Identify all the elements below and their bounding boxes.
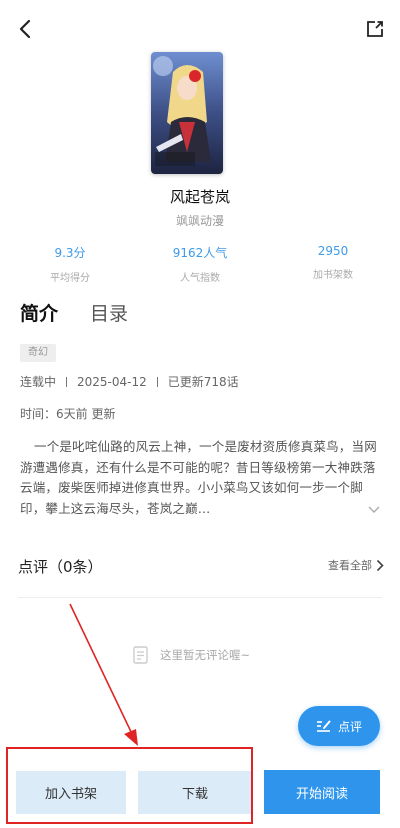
- stat-score-value: 9.3分: [54, 246, 86, 260]
- empty-comments-text: 这里暂无评论喔~: [160, 648, 251, 662]
- stat-shelf-value: 2950: [317, 244, 349, 258]
- stat-shelf: 2950 加书架数: [273, 244, 393, 281]
- stat-popularity-value: 9162人气: [172, 246, 228, 260]
- chevron-left-icon: [19, 19, 31, 39]
- cover-illustration: [151, 52, 223, 174]
- tab-catalog[interactable]: 目录: [90, 299, 128, 326]
- stat-popularity-label: 人气指数: [180, 273, 220, 284]
- see-all-comments-link[interactable]: 查看全部: [328, 557, 384, 573]
- chapter-count: 已更新718话: [167, 375, 239, 389]
- meta-divider: [156, 376, 158, 387]
- genre-tag: 奇幻: [20, 344, 56, 362]
- see-all-label: 查看全部: [328, 559, 372, 572]
- share-icon: [367, 21, 383, 37]
- release-date: 2025-04-12: [77, 374, 147, 389]
- write-comment-button[interactable]: 点评: [298, 706, 380, 746]
- download-label: 下载: [181, 787, 208, 802]
- empty-comments: 这里暂无评论喔~: [130, 644, 250, 666]
- meta-divider: [66, 376, 68, 387]
- comments-heading: 点评（0条）: [18, 558, 103, 576]
- download-button[interactable]: 下载: [138, 771, 252, 814]
- add-to-shelf-label: 加入书架: [44, 787, 97, 802]
- book-cover[interactable]: [151, 52, 223, 174]
- pencil-list-icon: [316, 720, 331, 732]
- book-description[interactable]: 一个是叱咤仙路的风云上神，一个是废材资质修真菜鸟，当网游遭遇修真，还有什么是不可…: [20, 437, 382, 519]
- serial-status: 连载中: [20, 375, 57, 389]
- chevron-down-icon: [368, 506, 380, 513]
- back-button[interactable]: [12, 16, 38, 42]
- book-title: 风起苍岚: [169, 188, 230, 206]
- expand-description-button[interactable]: [366, 502, 382, 518]
- document-icon: [133, 646, 148, 664]
- section-divider: [18, 597, 382, 598]
- start-reading-label: 开始阅读: [295, 786, 348, 802]
- add-to-shelf-button[interactable]: 加入书架: [16, 771, 126, 814]
- book-author: 飒飒动漫: [175, 214, 224, 228]
- book-meta: 连载中 2025-04-12 已更新718话: [20, 373, 239, 390]
- share-button[interactable]: [362, 16, 388, 42]
- stat-score: 9.3分 平均得分: [10, 244, 130, 284]
- chevron-right-icon: [376, 559, 384, 571]
- stat-popularity: 9162人气 人气指数: [140, 244, 260, 284]
- tab-intro[interactable]: 简介: [20, 299, 58, 326]
- description-text: 一个是叱咤仙路的风云上神，一个是废材资质修真菜鸟，当网游遭遇修真，还有什么是不可…: [20, 439, 377, 516]
- stat-shelf-label: 加书架数: [313, 270, 353, 281]
- update-time: 时间：6天前 更新: [20, 407, 116, 421]
- start-reading-button[interactable]: 开始阅读: [264, 770, 380, 814]
- write-comment-label: 点评: [337, 719, 362, 734]
- stat-score-label: 平均得分: [50, 273, 90, 284]
